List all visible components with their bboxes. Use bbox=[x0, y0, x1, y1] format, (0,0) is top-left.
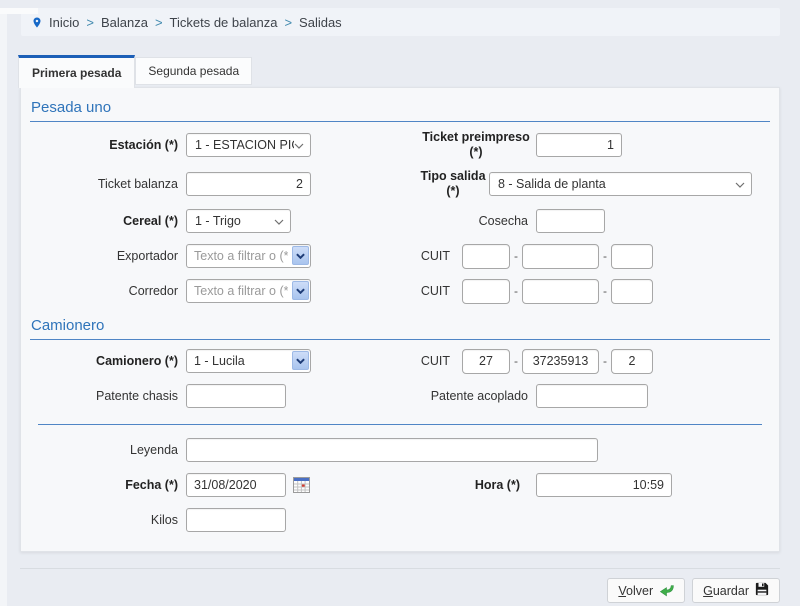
kilos-label: Kilos bbox=[30, 513, 178, 528]
form-row: Kilos bbox=[30, 507, 770, 533]
breadcrumb-item-inicio[interactable]: Inicio bbox=[49, 15, 79, 30]
hora-label: Hora (*) bbox=[310, 478, 528, 493]
section-divider bbox=[38, 424, 762, 425]
cuit-dash: - bbox=[514, 249, 518, 263]
breadcrumb-item-salidas[interactable]: Salidas bbox=[299, 15, 342, 30]
tab-segunda-pesada[interactable]: Segunda pesada bbox=[135, 57, 252, 85]
save-floppy-icon bbox=[755, 582, 769, 599]
tab-bar: Primera pesada Segunda pesada bbox=[18, 55, 800, 87]
guardar-button-label: Guardar bbox=[703, 584, 749, 598]
tipo-salida-select[interactable]: 8 - Salida de planta bbox=[489, 172, 752, 196]
camionero-cuit-part3-input[interactable] bbox=[611, 349, 653, 374]
section-title-pesada-uno: Pesada uno bbox=[30, 98, 770, 122]
exportador-combobox bbox=[186, 244, 311, 268]
cosecha-label: Cosecha bbox=[420, 214, 528, 229]
combo-arrow-button[interactable] bbox=[292, 281, 309, 300]
form-row: Corredor CUIT - - bbox=[30, 278, 770, 304]
estacion-select[interactable]: 1 - ESTACION PIGUE bbox=[186, 133, 311, 157]
combo-arrow-button[interactable] bbox=[292, 351, 309, 370]
exportador-cuit-label: CUIT bbox=[420, 249, 450, 264]
camionero-cuit-label: CUIT bbox=[420, 354, 450, 369]
patente-chasis-label: Patente chasis bbox=[30, 389, 178, 404]
exportador-cuit-part1-input[interactable] bbox=[462, 244, 510, 269]
form-row: Camionero (*) CUIT - - bbox=[30, 348, 770, 374]
patente-chasis-input[interactable] bbox=[186, 384, 286, 408]
ticket-balanza-input[interactable] bbox=[186, 172, 311, 196]
guardar-button[interactable]: Guardar bbox=[692, 578, 780, 603]
cosecha-input[interactable] bbox=[536, 209, 605, 233]
combo-arrow-button[interactable] bbox=[292, 246, 309, 265]
corredor-combobox bbox=[186, 279, 311, 303]
breadcrumb-item-balanza[interactable]: Balanza bbox=[101, 15, 148, 30]
breadcrumb-separator: > bbox=[155, 15, 163, 30]
exportador-cuit-part2-input[interactable] bbox=[522, 244, 599, 269]
breadcrumb-separator: > bbox=[284, 15, 292, 30]
tipo-salida-label: Tipo salida (*) bbox=[420, 169, 486, 199]
patente-acoplado-label: Patente acoplado bbox=[420, 389, 528, 404]
form-row: Ticket balanza Tipo salida (*) 8 - Salid… bbox=[30, 169, 770, 199]
camionero-cuit-part1-input[interactable] bbox=[462, 349, 510, 374]
page-top-corner bbox=[0, 8, 38, 14]
breadcrumb-separator: > bbox=[86, 15, 94, 30]
form-row: Cereal (*) 1 - Trigo Cosecha bbox=[30, 208, 770, 234]
chevron-down-icon bbox=[274, 214, 284, 228]
corredor-label: Corredor bbox=[30, 284, 178, 299]
cuit-dash: - bbox=[514, 354, 518, 368]
form-row: Leyenda bbox=[30, 437, 770, 463]
volver-button-label: Volver bbox=[618, 584, 653, 598]
estacion-selected-value: 1 - ESTACION PIGUE bbox=[195, 138, 294, 152]
exportador-cuit-part3-input[interactable] bbox=[611, 244, 653, 269]
volver-button[interactable]: Volver bbox=[607, 578, 685, 603]
breadcrumb-item-tickets-de-balanza[interactable]: Tickets de balanza bbox=[170, 15, 278, 30]
tipo-salida-selected-value: 8 - Salida de planta bbox=[498, 177, 606, 191]
corredor-cuit-part1-input[interactable] bbox=[462, 279, 510, 304]
fecha-input[interactable] bbox=[186, 473, 286, 497]
fecha-label: Fecha (*) bbox=[30, 478, 178, 493]
exportador-label: Exportador bbox=[30, 249, 178, 264]
camionero-cuit-group: - - bbox=[462, 349, 653, 374]
form-row: Patente chasis Patente acoplado bbox=[30, 383, 770, 409]
cuit-dash: - bbox=[514, 284, 518, 298]
leyenda-input[interactable] bbox=[186, 438, 598, 462]
ticket-preimpreso-label: Ticket preimpreso (*) bbox=[420, 130, 532, 160]
cereal-label: Cereal (*) bbox=[30, 214, 178, 229]
patente-acoplado-input[interactable] bbox=[536, 384, 648, 408]
cuit-dash: - bbox=[603, 284, 607, 298]
chevron-down-icon bbox=[294, 138, 304, 152]
calendar-icon[interactable] bbox=[293, 477, 310, 493]
corredor-cuit-group: - - bbox=[462, 279, 653, 304]
cuit-dash: - bbox=[603, 249, 607, 263]
section-title-camionero: Camionero bbox=[30, 316, 770, 340]
form-row: Estación (*) 1 - ESTACION PIGUE Ticket p… bbox=[30, 130, 770, 160]
form-row: Fecha (*) Hora (*) bbox=[30, 472, 770, 498]
chevron-down-icon bbox=[735, 177, 745, 191]
corredor-cuit-part2-input[interactable] bbox=[522, 279, 599, 304]
ticket-balanza-label: Ticket balanza bbox=[30, 177, 178, 192]
breadcrumb: Inicio > Balanza > Tickets de balanza > … bbox=[21, 8, 780, 36]
corredor-cuit-part3-input[interactable] bbox=[611, 279, 653, 304]
cuit-dash: - bbox=[603, 354, 607, 368]
return-arrow-icon bbox=[659, 582, 674, 600]
kilos-input[interactable] bbox=[186, 508, 286, 532]
hora-input[interactable] bbox=[536, 473, 672, 497]
page-left-edge bbox=[0, 8, 7, 606]
camionero-combobox bbox=[186, 349, 311, 373]
form-row: Exportador CUIT - - bbox=[30, 243, 770, 269]
location-pin-icon bbox=[31, 15, 43, 30]
form-panel: Pesada uno Estación (*) 1 - ESTACION PIG… bbox=[20, 87, 780, 552]
ticket-preimpreso-input[interactable] bbox=[536, 133, 622, 157]
exportador-cuit-group: - - bbox=[462, 244, 653, 269]
leyenda-label: Leyenda bbox=[30, 443, 178, 458]
corredor-cuit-label: CUIT bbox=[420, 284, 450, 299]
cereal-selected-value: 1 - Trigo bbox=[195, 214, 241, 228]
camionero-cuit-part2-input[interactable] bbox=[522, 349, 599, 374]
camionero-label: Camionero (*) bbox=[30, 354, 178, 369]
cereal-select[interactable]: 1 - Trigo bbox=[186, 209, 291, 233]
estacion-label: Estación (*) bbox=[30, 138, 178, 153]
tab-primera-pesada[interactable]: Primera pesada bbox=[18, 55, 135, 88]
